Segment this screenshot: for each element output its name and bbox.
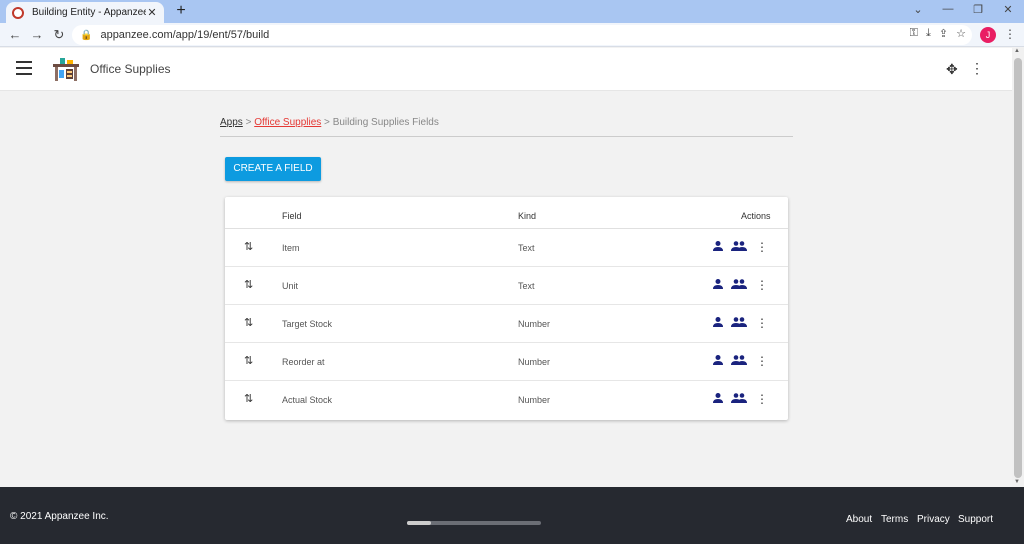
person-icon[interactable] [712, 240, 724, 252]
field-kind: Text [518, 281, 535, 291]
group-icon[interactable] [731, 354, 747, 366]
create-field-button[interactable]: CREATE A FIELD [225, 157, 321, 181]
swap-vert-icon[interactable]: ⇅ [244, 354, 253, 367]
app-menu-icon[interactable]: ⋮ [970, 60, 984, 77]
horizontal-scrollbar[interactable] [407, 521, 541, 525]
group-icon[interactable] [731, 392, 747, 404]
breadcrumb: Apps > Office Supplies > Building Suppli… [220, 117, 793, 137]
browser-tab-strip: Building Entity - Appanzee ✕ + ⌄ — ❐ ✕ [0, 0, 1024, 23]
table-row: ⇅ Item Text ⋮ [225, 229, 788, 267]
field-kind: Number [518, 319, 551, 329]
field-name: Target Stock [282, 319, 333, 329]
more-vert-icon[interactable]: ⋮ [756, 278, 768, 292]
tab-title: Building Entity - Appanzee [32, 7, 146, 18]
table-row: ⇅ Target Stock Number ⋮ [225, 305, 788, 343]
table-row: ⇅ Unit Text ⋮ [225, 267, 788, 305]
url-text[interactable]: appanzee.com/app/19/ent/57/build [100, 29, 269, 41]
breadcrumb-separator: > [242, 117, 255, 128]
breadcrumb-apps[interactable]: Apps [220, 117, 243, 128]
horizontal-scrollbar-thumb[interactable] [407, 521, 431, 525]
group-icon[interactable] [731, 316, 747, 328]
fields-table: Field Kind Actions ⇅ Item Text ⋮ ⇅ Unit … [225, 197, 788, 420]
column-header-kind: Kind [518, 211, 537, 221]
group-icon[interactable] [731, 240, 747, 252]
more-vert-icon[interactable]: ⋮ [756, 316, 768, 330]
footer-link-privacy[interactable]: Privacy [917, 514, 950, 525]
field-name: Reorder at [282, 357, 325, 367]
field-kind: Text [518, 243, 535, 253]
person-icon[interactable] [712, 354, 724, 366]
copyright-text: © 2021 Appanzee Inc. [10, 511, 109, 522]
field-name: Actual Stock [282, 395, 333, 405]
table-row: ⇅ Actual Stock Number ⋮ [225, 381, 788, 419]
field-name: Unit [282, 281, 299, 291]
app-title: Office Supplies [90, 62, 171, 76]
swap-vert-icon[interactable]: ⇅ [244, 316, 253, 329]
column-header-field: Field [282, 211, 302, 221]
field-name: Item [282, 243, 300, 253]
footer-link-terms[interactable]: Terms [881, 514, 908, 525]
hamburger-menu-icon[interactable] [16, 61, 32, 75]
restore-icon[interactable]: ❐ [970, 3, 986, 16]
breadcrumb-current: Building Supplies Fields [332, 117, 439, 128]
scroll-up-icon[interactable]: ▲ [1014, 48, 1020, 54]
browser-tab[interactable]: Building Entity - Appanzee ✕ [6, 2, 164, 23]
tab-close-icon[interactable]: ✕ [146, 6, 158, 19]
footer-link-support[interactable]: Support [958, 514, 993, 525]
page-scrollbar[interactable]: ▲ ▼ [1012, 48, 1024, 487]
browser-menu-icon[interactable]: ⋮ [1004, 27, 1016, 41]
minimize-icon[interactable]: — [940, 3, 956, 15]
field-kind: Number [518, 395, 551, 405]
breadcrumb-separator: > [321, 117, 333, 128]
breadcrumb-office-supplies[interactable]: Office Supplies [254, 117, 321, 128]
reload-icon[interactable]: ↻ [50, 26, 68, 44]
more-vert-icon[interactable]: ⋮ [756, 392, 768, 406]
back-icon[interactable]: ← [6, 26, 24, 44]
group-icon[interactable] [731, 278, 747, 290]
share-icon[interactable]: ⇪ [939, 27, 948, 40]
swap-vert-icon[interactable]: ⇅ [244, 392, 253, 405]
profile-avatar[interactable]: J [980, 27, 996, 43]
page-footer: © 2021 Appanzee Inc. About Terms Privacy… [0, 487, 1024, 544]
column-header-actions: Actions [741, 211, 771, 221]
person-icon[interactable] [712, 278, 724, 290]
appanzee-favicon-icon [12, 6, 24, 19]
lock-icon[interactable]: 🔒 [80, 30, 92, 41]
new-tab-button[interactable]: + [172, 2, 190, 20]
swap-vert-icon[interactable]: ⇅ [244, 278, 253, 291]
gamepad-icon[interactable]: ✥ [946, 61, 958, 78]
swap-vert-icon[interactable]: ⇅ [244, 240, 253, 253]
person-icon[interactable] [712, 392, 724, 404]
person-icon[interactable] [712, 316, 724, 328]
key-icon[interactable]: ⚿ [910, 27, 918, 40]
window-close-icon[interactable]: ✕ [1000, 3, 1016, 16]
footer-link-about[interactable]: About [846, 514, 872, 525]
table-header: Field Kind Actions [225, 197, 788, 229]
more-vert-icon[interactable]: ⋮ [756, 240, 768, 254]
install-icon[interactable]: ⤓ [926, 27, 931, 40]
field-kind: Number [518, 357, 551, 367]
scrollbar-thumb[interactable] [1014, 58, 1022, 478]
office-supplies-logo-icon [53, 58, 79, 81]
app-header: Office Supplies ✥ ⋮ [0, 48, 1012, 91]
table-row: ⇅ Reorder at Number ⋮ [225, 343, 788, 381]
address-bar[interactable]: 🔒 appanzee.com/app/19/ent/57/build ⚿ ⤓ ⇪… [72, 25, 972, 45]
more-vert-icon[interactable]: ⋮ [756, 354, 768, 368]
scroll-down-icon[interactable]: ▼ [1014, 479, 1020, 485]
forward-icon[interactable]: → [28, 26, 46, 44]
tab-search-icon[interactable]: ⌄ [910, 3, 926, 16]
bookmark-star-icon[interactable]: ☆ [956, 27, 966, 40]
browser-toolbar: ← → ↻ 🔒 appanzee.com/app/19/ent/57/build… [0, 23, 1024, 47]
